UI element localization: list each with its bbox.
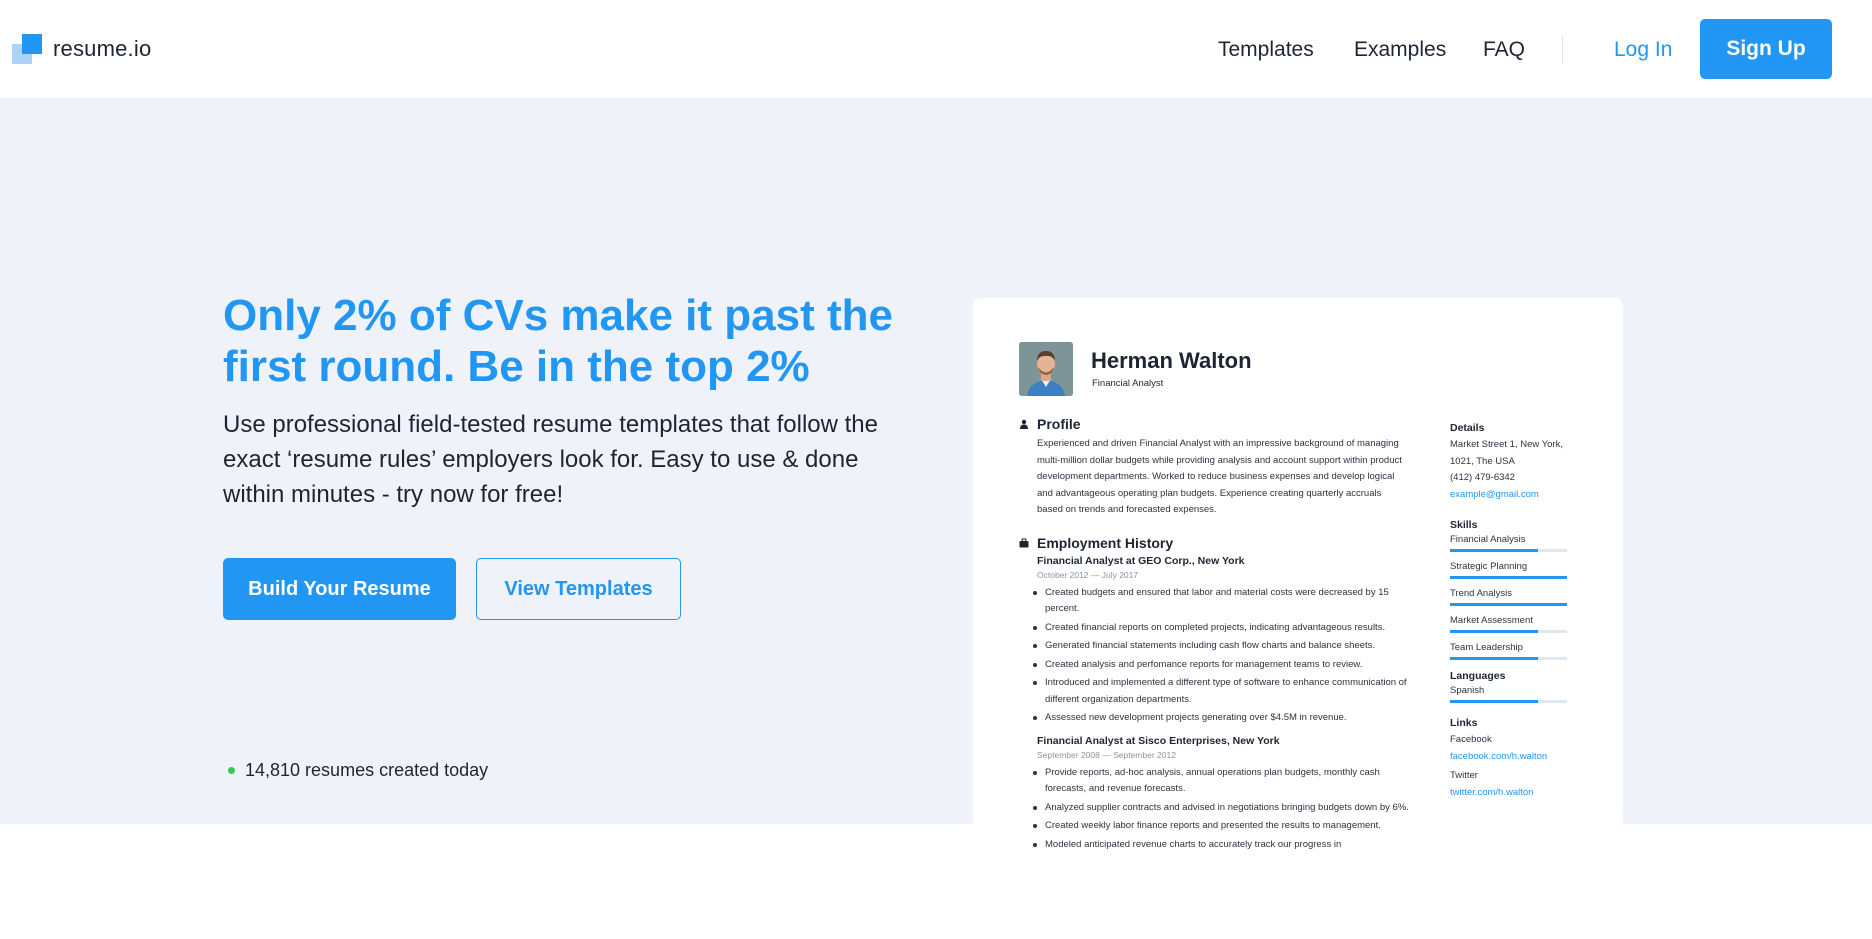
profile-text: Experienced and driven Financial Analyst… (1037, 438, 1402, 515)
job-bullet: Generated financial statements including… (1033, 638, 1409, 655)
skill-level-fill (1450, 549, 1538, 552)
skill-level-bar (1450, 576, 1567, 579)
email-link[interactable]: example@gmail.com (1450, 487, 1580, 504)
skill-name: Financial Analysis (1450, 534, 1526, 545)
job-bullet: Modeled anticipated revenue charts to ac… (1033, 837, 1409, 854)
skill-level-bar (1450, 603, 1567, 606)
hero-subtext: Use professional field-tested resume tem… (223, 411, 878, 508)
employment-heading-text: Employment History (1037, 534, 1174, 551)
job-entry: Financial Analyst at Sisco Enterprises, … (1037, 735, 1409, 760)
skill-name: Strategic Planning (1450, 561, 1528, 572)
job-bullet: Created budgets and ensured that labor a… (1033, 585, 1409, 618)
job-bullet: Analyzed supplier contracts and advised … (1033, 800, 1409, 817)
hero-headline: Only 2% of CVs make it past the first ro… (223, 291, 893, 391)
link-label: Twitter (1450, 770, 1478, 781)
job-bullets: Created budgets and ensured that labor a… (1033, 585, 1409, 727)
logo-text: resume.io (53, 36, 152, 61)
live-dot-icon (228, 767, 235, 774)
avatar (1019, 342, 1073, 396)
skill-item: Financial Analysis (1450, 534, 1580, 552)
address-line: 1021, The USA (1450, 455, 1515, 467)
skill-level-fill (1450, 657, 1538, 660)
job-bullet: Provide reports, ad-hoc analysis, annual… (1033, 765, 1409, 798)
nav-divider (1562, 36, 1563, 64)
profile-heading-text: Profile (1037, 416, 1081, 432)
briefcase-icon (1019, 538, 1029, 547)
job-dates: October 2012 — July 2017 (1037, 569, 1139, 580)
skill-level-bar (1450, 549, 1567, 552)
skill-name: Spanish (1450, 685, 1485, 696)
skill-level-fill (1450, 700, 1538, 703)
skill-name: Market Assessment (1450, 615, 1533, 626)
skill-level-fill (1450, 603, 1567, 606)
build-resume-button[interactable]: Build Your Resume (223, 558, 456, 620)
employment-heading: Employment History (1019, 535, 1409, 551)
resume-role: Financial Analyst (1092, 378, 1164, 389)
job-bullet: Created weekly labor finance reports and… (1033, 818, 1409, 835)
job-bullet: Created financial reports on completed p… (1033, 620, 1409, 637)
address-line: Market Street 1, New York, (1450, 439, 1563, 450)
skill-level-bar (1450, 630, 1567, 633)
skill-level-bar (1450, 700, 1567, 703)
site-header: resume.io Templates Examples FAQ Log In … (0, 0, 1872, 98)
person-icon (1020, 419, 1028, 429)
skill-name: Trend Analysis (1450, 588, 1512, 599)
skill-item: Trend Analysis (1450, 588, 1580, 606)
job-title: Financial Analyst at GEO Corp., New York (1037, 554, 1245, 567)
skill-name: Team Leadership (1450, 642, 1523, 653)
languages-list: Spanish (1450, 685, 1580, 703)
resume-counter: 14,810 resumes created today (228, 760, 488, 781)
login-link[interactable]: Log In (1614, 38, 1672, 62)
nav-examples-link[interactable]: Examples (1354, 38, 1446, 62)
links-heading: Links (1450, 717, 1478, 729)
job-dates: September 2008 — September 2012 (1037, 749, 1176, 760)
job-bullet: Assessed new development projects genera… (1033, 710, 1409, 727)
logo-icon (12, 34, 42, 64)
skill-item: Strategic Planning (1450, 561, 1580, 579)
skill-level-bar (1450, 657, 1567, 660)
skill-item: Team Leadership (1450, 642, 1580, 660)
details-heading: Details (1450, 422, 1485, 434)
facebook-link[interactable]: facebook.com/h.walton (1450, 749, 1580, 766)
nav-faq-link[interactable]: FAQ (1483, 38, 1525, 62)
skills-heading: Skills (1450, 519, 1478, 531)
job-title: Financial Analyst at Sisco Enterprises, … (1037, 734, 1280, 747)
signup-button[interactable]: Sign Up (1700, 19, 1832, 79)
job-bullet: Created analysis and perfomance reports … (1033, 657, 1409, 674)
job-bullets: Provide reports, ad-hoc analysis, annual… (1033, 765, 1409, 854)
skill-item: Spanish (1450, 685, 1580, 703)
link-label: Facebook (1450, 734, 1492, 745)
resume-main-column: Profile Experienced and driven Financial… (1019, 416, 1409, 855)
skill-level-fill (1450, 576, 1567, 579)
counter-text: 14,810 resumes created today (245, 760, 489, 780)
profile-heading: Profile (1019, 416, 1409, 432)
languages-heading: Languages (1450, 670, 1506, 682)
resume-side-column: Details Market Street 1, New York, 1021,… (1450, 422, 1580, 801)
resume-preview-card[interactable]: Herman Walton Financial Analyst Profile … (973, 298, 1623, 939)
phone-text: (412) 479-6342 (1450, 472, 1515, 483)
nav-templates-link[interactable]: Templates (1218, 38, 1314, 62)
logo[interactable]: resume.io (12, 34, 151, 64)
view-templates-button[interactable]: View Templates (476, 558, 681, 620)
hero-section: Only 2% of CVs make it past the first ro… (0, 98, 1872, 939)
skills-list: Financial Analysis Strategic Planning Tren… (1450, 534, 1580, 660)
job-entry: Financial Analyst at GEO Corp., New York… (1037, 555, 1409, 580)
job-bullet: Introduced and implemented a different t… (1033, 675, 1409, 708)
resume-name: Herman Walton (1091, 348, 1252, 373)
skill-item: Market Assessment (1450, 615, 1580, 633)
twitter-link[interactable]: twitter.com/h.walton (1450, 785, 1580, 802)
skill-level-fill (1450, 630, 1538, 633)
